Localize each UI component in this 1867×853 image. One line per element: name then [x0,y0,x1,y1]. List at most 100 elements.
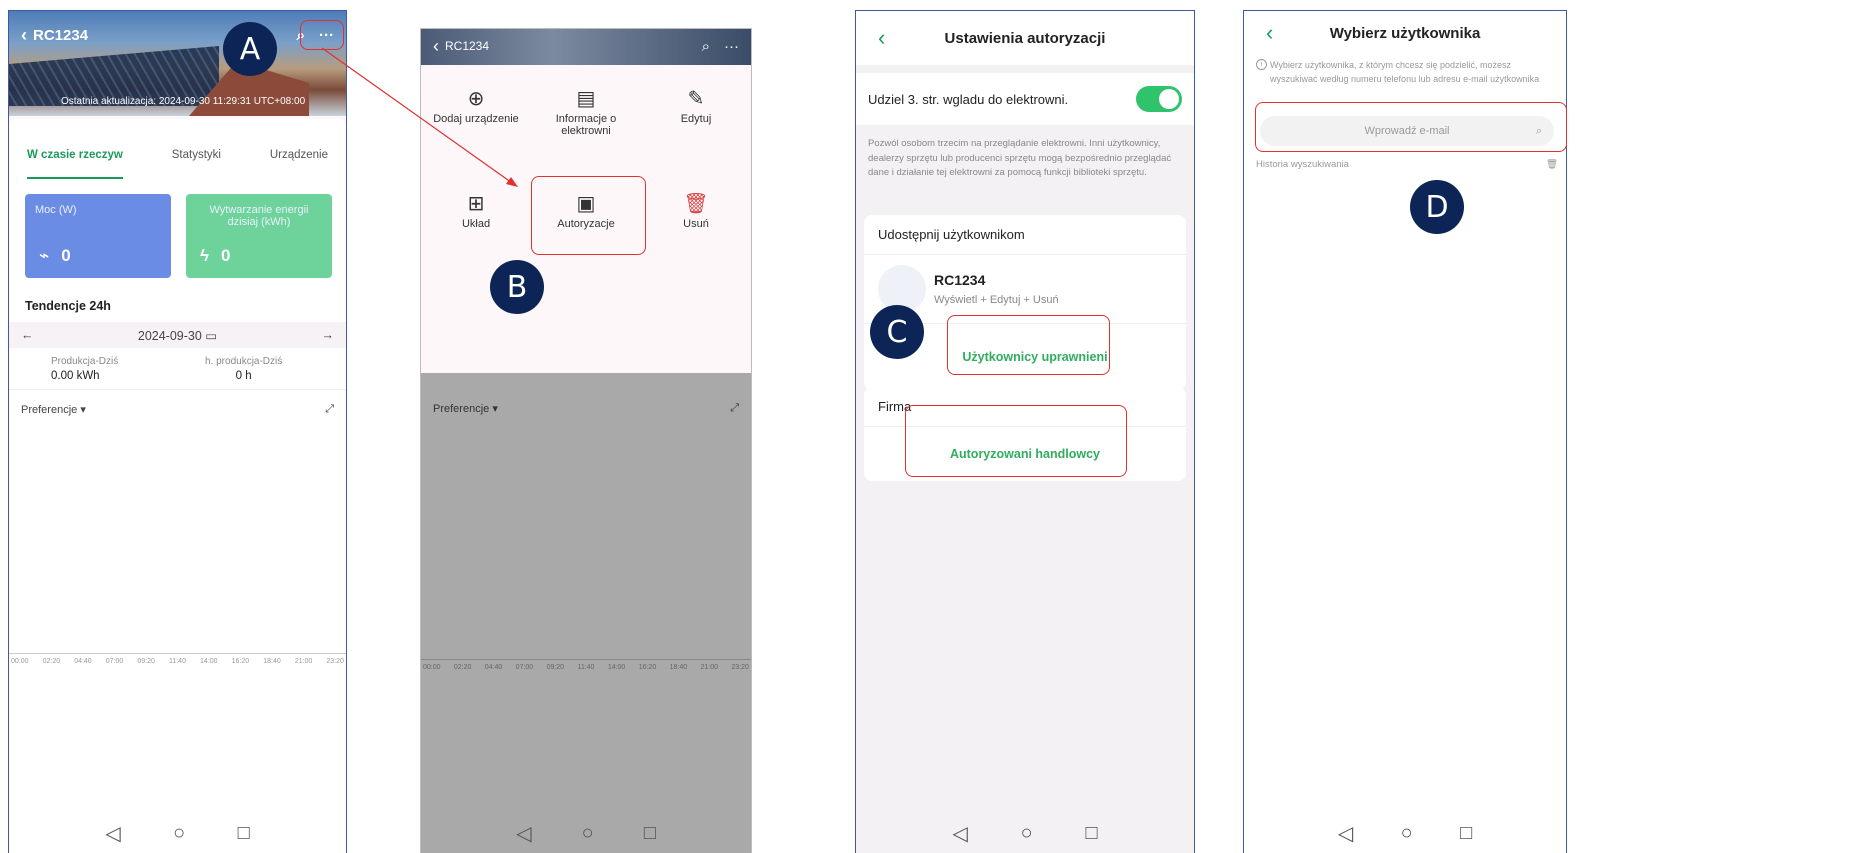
header: ‹ Wybierz użytkownika [1244,11,1566,55]
calendar-icon[interactable]: ▭ [205,329,217,343]
authorized-dealers-link[interactable]: Autoryzowani handlowcy [864,427,1186,481]
menu-delete[interactable]: 🗑 Usuń [646,190,746,230]
more-menu-sheet: ⊕ Dodaj urządzenie ▤ Informacje o elektrow… [421,65,751,373]
menu-layout[interactable]: ⊞ Układ [426,190,526,230]
axis-tick-label: 11:40 [168,658,186,665]
company-section: Firma Autoryzowani handlowcy [864,387,1186,481]
chart-time-axis: 00:00 02:20 04:40 07:00 09:20 11:40 14:00 16:20… [421,659,751,671]
tab-statistics[interactable]: Statystyki [172,149,221,179]
axis-tick-label: 00:00 [423,664,441,671]
phone-select-user: ‹ Wybierz użytkownika i Wybierz użytkown… [1243,10,1567,853]
info-icon: i [1256,59,1267,70]
user-name: RC1234 [934,272,986,288]
nav-recent-icon[interactable]: □ [644,822,656,845]
menu-label: Dodaj urządzenie [433,113,519,125]
overview-card: W czasie rzeczyw Statystyki Urządzenie M… [9,119,346,853]
axis-tick-label: 00:00 [11,658,29,665]
share-toggle-label: Udziel 3. str. wgladu do elektrowni. [868,91,1069,107]
nav-home-icon[interactable]: ○ [582,822,594,845]
share-description: Pozwól osobom trzecim na przeglądanie el… [868,138,1172,179]
power-tile[interactable]: Moc (W) ⌁ 0 [25,194,171,278]
search-icon[interactable]: ⌕ [702,38,710,55]
dimmed-background[interactable]: Preferencje ▾ ⤢ 00:00 02:20 04:40 07:00 09:2… [421,373,751,853]
prev-date-arrow-icon[interactable]: ← [21,328,34,342]
email-search-field[interactable]: Wprowadź e-mail ⌕ [1260,116,1554,146]
menu-label: Edytuj [680,113,712,125]
nav-recent-icon[interactable]: □ [1460,822,1472,845]
search-icon[interactable]: ⌕ [1536,125,1542,138]
step-badge-b: B [490,260,544,314]
menu-authorizations[interactable]: ▣ Autoryzacje [536,190,636,230]
step-badge-c: C [870,305,924,359]
phone-authorization-settings: ‹ Ustawienia autoryzacji Udziel 3. str. … [855,10,1195,853]
axis-tick-label: 18:40 [669,664,688,671]
preferences-bar: Preferencje ▾ ⤢ [433,401,739,415]
axis-tick-label: 16:20 [231,658,250,665]
more-icon[interactable]: ··· [319,27,334,44]
stat-production: Produkcja-Dziś 0.00 kWh [51,356,118,382]
energy-value: 0 [221,246,231,265]
page-title: Wybierz użytkownika [1329,24,1481,42]
trash-icon[interactable]: 🗑 [1546,159,1558,170]
search-icon[interactable]: ⌕ [297,27,305,44]
energy-tile[interactable]: Wytwarzanie energii dzisiaj (kWh) ϟ0 [186,194,332,278]
tab-device[interactable]: Urządzenie [270,149,328,179]
pulse-icon: ⌁ [39,246,50,265]
email-search-input[interactable]: Wprowadź e-mail [1365,125,1450,137]
stat-hours-value: 0 h [235,370,252,382]
next-date-arrow-icon[interactable]: → [322,328,335,342]
axis-tick-label: 09:20 [137,658,155,665]
share-toggle-row: Udziel 3. str. wgladu do elektrowni. [856,73,1194,125]
layout-icon: ⊞ [467,193,485,215]
select-user-info: i Wybierz użytkownika, z którym chcesz s… [1256,59,1558,86]
nav-recent-icon[interactable]: □ [238,822,250,845]
last-update-text: Ostatnia aktualizacja: 2024-09-30 11:29:… [61,96,306,107]
page-title: Ustawienia autoryzacji [944,29,1106,47]
menu-row-1: ⊕ Dodaj urządzenie ▤ Informacje o elektrow… [421,85,751,137]
nav-home-icon[interactable]: ○ [1021,822,1033,845]
share-toggle-switch[interactable] [1136,86,1182,112]
nav-home-icon[interactable]: ○ [173,822,185,845]
menu-add-device[interactable]: ⊕ Dodaj urządzenie [426,85,526,137]
list-icon: ▤ [576,88,596,110]
nav-back-icon[interactable]: ◁ [105,821,120,846]
axis-tick-label: 18:40 [263,658,281,665]
axis-tick-label: 02:20 [42,658,61,665]
search-history-label: Historia wyszukiwania [1256,159,1349,170]
nav-recent-icon[interactable]: □ [1085,822,1097,845]
nav-back-icon[interactable]: ◁ [1338,821,1353,846]
menu-label: Usuń [683,218,709,230]
menu-plant-info[interactable]: ▤ Informacje o elektrowni [536,85,636,137]
axis-tick-label: 21:00 [294,658,313,665]
menu-edit[interactable]: ✎ Edytuj [646,85,746,137]
preferences-bar: Preferencje ▾ ⤢ [9,389,346,429]
more-icon[interactable]: ··· [724,38,739,55]
axis-tick-label: 14:00 [200,658,218,665]
power-value: 0 [61,246,71,265]
nav-home-icon[interactable]: ○ [1401,822,1413,845]
expand-icon: ⤢ [730,401,739,414]
tab-realtime[interactable]: W czasie rzeczyw [27,149,123,179]
authorization-icon: ▣ [576,193,596,215]
plus-circle-icon: ⊕ [467,88,485,110]
pencil-icon: ✎ [687,88,705,110]
nav-back-icon[interactable]: ◁ [952,821,967,846]
axis-tick-label: 04:40 [74,658,92,665]
back-chevron-icon[interactable]: ‹ [21,25,27,46]
axis-tick-label: 16:20 [638,664,657,671]
back-chevron-icon[interactable]: ‹ [433,36,439,57]
nav-back-icon[interactable]: ◁ [516,821,531,846]
axis-tick-label: 23:20 [731,664,749,671]
back-chevron-icon[interactable]: ‹ [878,25,885,51]
tab-bar: W czasie rzeczyw Statystyki Urządzenie [9,149,346,179]
axis-tick-label: 11:40 [577,664,595,671]
date-value[interactable]: 2024-09-30 [138,329,202,343]
tutorial-stage: ‹ RC1234 ⌕ ··· Ostatnia aktualizacja: 20… [0,0,1867,853]
back-chevron-icon[interactable]: ‹ [1266,20,1273,46]
menu-label: Informacje o elektrowni [555,113,617,137]
top-bar: ‹ RC1234 ⌕ ··· [9,11,346,59]
share-users-section: Udostępnij użytkownikom RC1234 Wyświetl … [864,215,1186,390]
preferences-dropdown[interactable]: Preferencje [21,404,77,416]
expand-icon[interactable]: ⤢ [325,403,334,416]
caret-down-icon[interactable]: ▾ [80,404,86,416]
